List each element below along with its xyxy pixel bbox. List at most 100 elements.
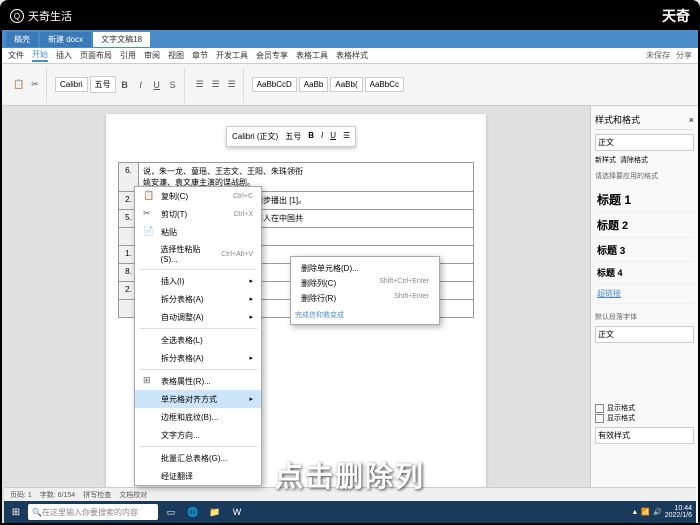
doc-tab-active[interactable]: 文字文稿18	[93, 32, 150, 47]
wps-titlebar: 稿壳 新建 docx 文字文稿18	[2, 30, 698, 48]
ribbon-tab[interactable]: 表格样式	[336, 50, 368, 61]
current-style[interactable]: 正文	[595, 134, 694, 151]
style-heading1[interactable]: 标题 1	[595, 187, 694, 213]
wps-taskbar-icon[interactable]: W	[228, 503, 246, 521]
submenu-delete-col[interactable]: 删除列(C)Shift+Ctrl+Enter	[295, 276, 435, 291]
mini-size[interactable]: 五号	[283, 130, 303, 143]
explorer-icon[interactable]: 📁	[206, 503, 224, 521]
menu-table-props[interactable]: ⊞表格属性(R)...	[135, 372, 261, 390]
menu-autofit[interactable]: 自动调整(A)▸	[135, 308, 261, 326]
show-select[interactable]: 有效样式	[595, 427, 694, 444]
panel-footer-item[interactable]: 显示格式	[595, 403, 694, 413]
ribbon-tab[interactable]: 引用	[120, 50, 136, 61]
bold-icon[interactable]: B	[306, 130, 316, 143]
doc-check[interactable]: 文档校对	[119, 490, 147, 500]
style-heading4[interactable]: 标题 4	[595, 262, 694, 284]
ribbon-tab[interactable]: 表格工具	[296, 50, 328, 61]
ribbon-tab[interactable]: 视图	[168, 50, 184, 61]
default-font-select[interactable]: 正文	[595, 326, 694, 343]
italic-icon[interactable]: I	[319, 130, 325, 143]
style-preview[interactable]: AaBb(	[330, 77, 362, 92]
cut-icon[interactable]: ✂	[28, 78, 42, 92]
panel-footer-item[interactable]: 显示格式	[595, 413, 694, 423]
panel-hint: 请选择要应用的格式	[595, 171, 694, 181]
table-icon: ⊞	[143, 375, 155, 387]
menu-split-table[interactable]: 拆分表格(A)▸	[135, 290, 261, 308]
menu-split-table2[interactable]: 拆分表格(A)▸	[135, 349, 261, 367]
new-style-link[interactable]: 新样式	[595, 155, 616, 165]
clear-format-link[interactable]: 清除格式	[620, 155, 648, 165]
menu-cell-align[interactable]: 单元格对齐方式▸	[135, 390, 261, 408]
style-preview[interactable]: AaBb	[299, 77, 329, 92]
wifi-icon[interactable]: 📶	[641, 508, 650, 516]
search-input[interactable]: 🔍 在这里输入你要搜索的内容	[28, 504, 158, 520]
size-select[interactable]: 五号	[90, 76, 116, 93]
align-icon[interactable]: ☰	[341, 130, 352, 143]
edge-icon[interactable]: 🌐	[184, 503, 202, 521]
clock-time[interactable]: 10:44	[665, 505, 692, 512]
save-status[interactable]: 未保存	[646, 50, 670, 61]
brand-name: 天奇生活	[28, 8, 72, 24]
strike-icon[interactable]: S	[166, 78, 180, 92]
font-select[interactable]: Calibri	[55, 77, 88, 92]
ribbon-tab[interactable]: 开发工具	[216, 50, 248, 61]
ribbon-tab-active[interactable]: 开始	[32, 49, 48, 62]
align-left-icon[interactable]: ☰	[193, 78, 207, 92]
submenu-delete-cell[interactable]: 删除单元格(D)...	[295, 261, 435, 276]
search-icon: 🔍	[32, 508, 42, 517]
style-preview[interactable]: AaBbCc	[365, 77, 404, 92]
checkbox-icon[interactable]	[595, 414, 604, 423]
task-view-icon[interactable]: ▭	[162, 503, 180, 521]
volume-icon[interactable]: 🔊	[653, 508, 662, 516]
video-subtitle: 点击删除列	[275, 455, 425, 495]
bold-icon[interactable]: B	[118, 78, 132, 92]
menu-separator	[139, 446, 257, 447]
underline-icon[interactable]: U	[328, 130, 338, 143]
doc-tab[interactable]: 稿壳	[6, 32, 38, 47]
share-button[interactable]: 分享	[676, 50, 692, 61]
underline-icon[interactable]: U	[150, 78, 164, 92]
tray-icon[interactable]: ▲	[631, 509, 638, 516]
submenu-delete-row[interactable]: 删除行(R)Shift+Enter	[295, 291, 435, 306]
style-preview[interactable]: AaBbCcD	[252, 77, 297, 92]
menu-translate[interactable]: 经证翻译	[135, 467, 261, 485]
page-number[interactable]: 页码: 1	[10, 490, 32, 500]
menu-text-direction[interactable]: 文字方向...	[135, 426, 261, 444]
align-right-icon[interactable]: ☰	[225, 78, 239, 92]
paste-icon: 📄	[143, 226, 155, 238]
menu-paste[interactable]: 📄粘贴	[135, 223, 261, 241]
italic-icon[interactable]: I	[134, 78, 148, 92]
mini-toolbar[interactable]: Calibri (正文) 五号 B I U ☰	[226, 126, 356, 147]
menu-cut[interactable]: ✂剪切(T)Ctrl+X	[135, 205, 261, 223]
submenu-hint: 完成信仰救变成	[295, 310, 435, 320]
ribbon-tab[interactable]: 会员专享	[256, 50, 288, 61]
context-menu[interactable]: 📋复制(C)Ctrl+C ✂剪切(T)Ctrl+X 📄粘贴 选择性粘贴(S)..…	[134, 186, 262, 486]
brand-logo-icon: Q	[10, 9, 24, 23]
word-count[interactable]: 字数: 6/154	[40, 490, 75, 500]
chevron-right-icon: ▸	[249, 395, 253, 403]
ribbon-tab[interactable]: 审阅	[144, 50, 160, 61]
menu-copy[interactable]: 📋复制(C)Ctrl+C	[135, 187, 261, 205]
clock-date[interactable]: 2022/1/6	[665, 512, 692, 519]
delete-submenu[interactable]: 删除单元格(D)... 删除列(C)Shift+Ctrl+Enter 删除行(R…	[290, 256, 440, 325]
ribbon-tab[interactable]: 插入	[56, 50, 72, 61]
paste-icon[interactable]: 📋	[12, 78, 26, 92]
close-icon[interactable]: ×	[689, 115, 694, 125]
start-icon[interactable]: ⊞	[8, 504, 24, 520]
mini-font[interactable]: Calibri (正文)	[230, 130, 280, 143]
style-hyperlink[interactable]: 超链接	[595, 284, 694, 304]
menu-select-table[interactable]: 全选表格(L)	[135, 331, 261, 349]
spell-check[interactable]: 拼写检查	[83, 490, 111, 500]
align-center-icon[interactable]: ☰	[209, 78, 223, 92]
menu-paste-special[interactable]: 选择性粘贴(S)...Ctrl+Alt+V	[135, 241, 261, 267]
ribbon-tab[interactable]: 文件	[8, 50, 24, 61]
menu-batch-summary[interactable]: 批量汇总表格(G)...	[135, 449, 261, 467]
menu-insert[interactable]: 插入(I)▸	[135, 272, 261, 290]
doc-tab[interactable]: 新建 docx	[40, 32, 91, 47]
menu-borders[interactable]: 边框和底纹(B)...	[135, 408, 261, 426]
style-heading2[interactable]: 标题 2	[595, 213, 694, 238]
checkbox-icon[interactable]	[595, 404, 604, 413]
ribbon-tab[interactable]: 页面布局	[80, 50, 112, 61]
ribbon-tab[interactable]: 章节	[192, 50, 208, 61]
style-heading3[interactable]: 标题 3	[595, 238, 694, 262]
